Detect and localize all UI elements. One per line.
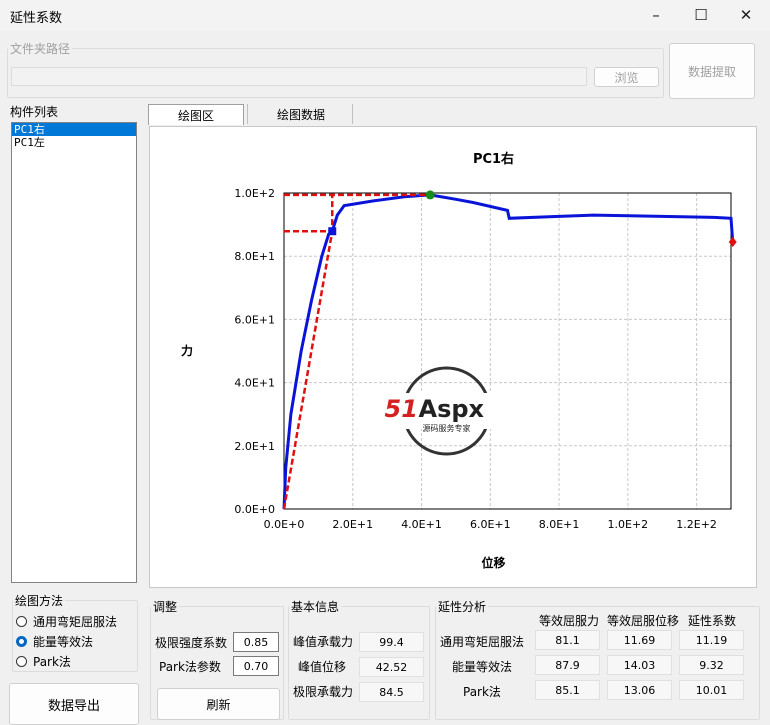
row-method-label: 通用弯矩屈服法: [440, 635, 525, 649]
member-list-legend: 构件列表: [10, 105, 59, 119]
watermark-subtext: 源码服务专家: [423, 423, 471, 433]
y-tick-label: 2.0E+1: [234, 440, 275, 453]
list-item[interactable]: PC1右: [12, 123, 136, 136]
x-tick-label: 8.0E+1: [539, 518, 580, 531]
x-tick-label: 2.0E+1: [332, 518, 373, 531]
maximize-button[interactable]: ☐: [678, 0, 724, 30]
y-axis-label: 力: [181, 343, 193, 358]
tab-plot-area[interactable]: 绘图区: [148, 104, 244, 125]
x-tick-label: 6.0E+1: [470, 518, 511, 531]
watermark-logo-51: 51: [385, 395, 418, 423]
marker-peak-point: [425, 190, 435, 200]
cell-value: 9.32: [679, 655, 744, 675]
ultimate-capacity-value: 84.5: [359, 682, 424, 702]
radio-energy-equivalent[interactable]: 能量等效法: [16, 633, 93, 650]
ductility-legend: 延性分析: [438, 600, 487, 614]
list-item[interactable]: PC1左: [12, 136, 136, 149]
cell-value: 10.01: [679, 680, 744, 700]
row-method-label: 能量等效法: [452, 660, 513, 674]
marker-ultimate-point: [728, 236, 737, 247]
radio-general-moment[interactable]: 通用弯矩屈服法: [16, 613, 117, 630]
header-equiv-yield-disp: 等效屈服位移: [607, 614, 680, 628]
basic-info-legend: 基本信息: [291, 600, 340, 614]
marker-yield-point: [328, 227, 337, 236]
radio-circle-selected[interactable]: [16, 636, 27, 647]
y-tick-label: 6.0E+1: [234, 313, 275, 326]
radio-label: 通用弯矩屈服法: [33, 615, 118, 629]
x-tick-label: 4.0E+1: [401, 518, 442, 531]
ultimate-coef-label: 极限强度系数: [155, 636, 228, 650]
header-ductility-coef: 延性系数: [688, 614, 737, 628]
extract-data-button[interactable]: 数据提取: [669, 43, 755, 99]
x-tick-label: 0.0E+0: [264, 518, 305, 531]
y-tick-label: 4.0E+1: [234, 377, 275, 390]
close-button[interactable]: ✕: [723, 0, 769, 30]
export-data-button[interactable]: 数据导出: [9, 683, 139, 725]
window-title: 延性系数: [10, 11, 63, 26]
cell-value: 11.69: [607, 630, 672, 650]
tab-divider: [247, 104, 248, 124]
peak-displacement-value: 42.52: [359, 657, 424, 677]
folder-path-input[interactable]: [11, 67, 587, 86]
series-equivalent-line: [282, 193, 431, 510]
peak-capacity-label: 峰值承载力: [293, 635, 354, 649]
plot-method-legend: 绘图方法: [15, 594, 64, 608]
ultimate-coef-input[interactable]: 0.85: [233, 632, 279, 652]
refresh-button[interactable]: 刷新: [157, 688, 280, 720]
cell-value: 11.19: [679, 630, 744, 650]
watermark-logo-aspx: Aspx: [419, 395, 485, 423]
chart-panel: 0.0E+0 2.0E+1 4.0E+1 6.0E+1 8.0E+1 1.0E+2 1.2E…: [149, 126, 757, 588]
ultimate-capacity-label: 极限承载力: [293, 685, 354, 699]
radio-label: Park法: [33, 655, 71, 669]
radio-park[interactable]: Park法: [16, 653, 71, 670]
park-param-input[interactable]: 0.70: [233, 656, 279, 676]
peak-capacity-value: 99.4: [359, 632, 424, 652]
radio-circle[interactable]: [16, 656, 27, 667]
cell-value: 13.06: [607, 680, 672, 700]
y-tick-label: 8.0E+1: [234, 250, 275, 263]
browse-button[interactable]: 浏览: [594, 67, 659, 87]
radio-label: 能量等效法: [33, 635, 94, 649]
cell-value: 87.9: [535, 655, 600, 675]
y-tick-label: 1.0E+2: [234, 187, 275, 200]
adjust-legend: 调整: [153, 600, 178, 614]
chart-svg: 0.0E+0 2.0E+1 4.0E+1 6.0E+1 8.0E+1 1.0E+2 1.2E…: [181, 151, 737, 570]
series-curve: [282, 193, 735, 510]
x-axis-label: 位移: [481, 555, 505, 570]
minimize-button[interactable]: –: [633, 0, 679, 30]
x-tick-label: 1.2E+2: [676, 518, 717, 531]
cell-value: 85.1: [535, 680, 600, 700]
tab-divider: [352, 104, 353, 124]
x-tick-label: 1.0E+2: [608, 518, 649, 531]
cell-value: 14.03: [607, 655, 672, 675]
chart-title: PC1右: [473, 151, 514, 167]
radio-circle[interactable]: [16, 616, 27, 627]
y-tick-label: 0.0E+0: [234, 503, 275, 516]
park-param-label: Park法参数: [159, 660, 221, 674]
peak-displacement-label: 峰值位移: [298, 660, 347, 674]
row-method-label: Park法: [463, 685, 501, 699]
header-equiv-yield-force: 等效屈服力: [539, 614, 600, 628]
member-listbox[interactable]: PC1右 PC1左: [11, 122, 137, 583]
tab-plot-data[interactable]: 绘图数据: [250, 104, 352, 124]
folder-path-legend: 文件夹路径: [10, 42, 71, 56]
cell-value: 81.1: [535, 630, 600, 650]
plot-frame: [283, 192, 732, 510]
